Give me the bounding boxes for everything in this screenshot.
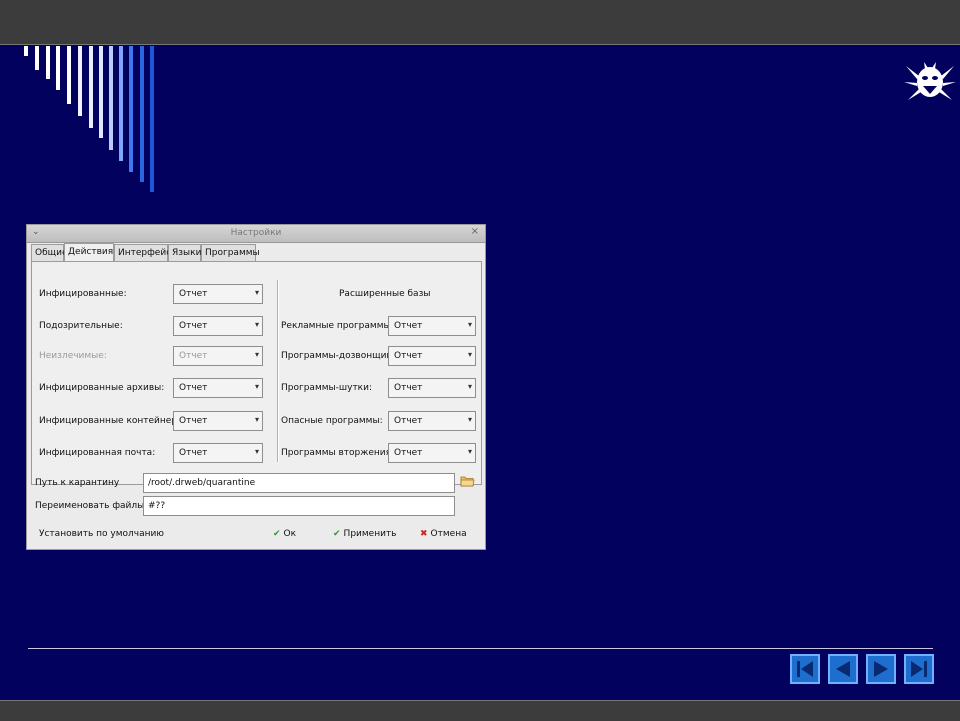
infected-label: Инфицированные: xyxy=(39,289,127,299)
infected-containers-label: Инфицированные контейнеры: xyxy=(39,416,188,426)
chevron-down-icon: ▾ xyxy=(467,320,472,329)
adware-label: Рекламные программы: xyxy=(281,321,394,331)
incurable-label: Неизлечимые: xyxy=(39,351,107,361)
prev-slide-button[interactable] xyxy=(828,654,858,684)
riskware-action-select[interactable]: Отчет ▾ xyxy=(388,411,476,431)
actions-panel: Инфицированные: Отчет ▾ Подозрительные: О… xyxy=(31,261,482,485)
chevron-down-icon: ▾ xyxy=(254,382,259,391)
tab-general[interactable]: Общие xyxy=(31,244,68,261)
rename-files-input[interactable]: #?? xyxy=(143,496,455,516)
chevron-down-icon: ▾ xyxy=(254,350,259,359)
suspicious-label: Подозрительные: xyxy=(39,321,123,331)
settings-dialog: ⌄ Настройки × Общие Действия Интерфейс Я… xyxy=(26,224,486,550)
infected-mail-action-select[interactable]: Отчет ▾ xyxy=(173,443,263,463)
folder-icon[interactable] xyxy=(460,475,475,488)
chevron-down-icon: ▾ xyxy=(467,350,472,359)
chevron-down-icon: ▾ xyxy=(467,447,472,456)
jokes-action-select[interactable]: Отчет ▾ xyxy=(388,378,476,398)
chevron-down-icon: ▾ xyxy=(254,288,259,297)
infected-archives-action-select[interactable]: Отчет ▾ xyxy=(173,378,263,398)
infected-containers-action-select[interactable]: Отчет ▾ xyxy=(173,411,263,431)
dialog-title: Настройки xyxy=(230,228,282,238)
column-divider xyxy=(277,280,279,462)
next-slide-button[interactable] xyxy=(866,654,896,684)
infected-action-select[interactable]: Отчет ▾ xyxy=(173,284,263,304)
last-slide-button[interactable] xyxy=(904,654,934,684)
tab-interface[interactable]: Интерфейс xyxy=(114,244,171,261)
suspicious-action-select[interactable]: Отчет ▾ xyxy=(173,316,263,336)
chevron-down-icon: ▾ xyxy=(254,447,259,456)
dialers-label: Программы-дозвонщики: xyxy=(281,351,401,361)
riskware-label: Опасные программы: xyxy=(281,416,383,426)
incurable-action-select: Отчет ▾ xyxy=(173,346,263,366)
dialog-titlebar: ⌄ Настройки × xyxy=(27,225,485,243)
apply-button[interactable]: ✔ Применить xyxy=(333,529,396,539)
chevron-down-icon: ▾ xyxy=(467,415,472,424)
reset-defaults-button[interactable]: Установить по умолчанию xyxy=(39,529,164,539)
adware-action-select[interactable]: Отчет ▾ xyxy=(388,316,476,336)
first-slide-button[interactable] xyxy=(790,654,820,684)
extended-bases-heading: Расширенные базы xyxy=(339,289,431,299)
cancel-button[interactable]: ✖ Отмена xyxy=(420,529,467,539)
footer-divider xyxy=(28,648,933,649)
cancel-x-icon: ✖ xyxy=(420,529,428,539)
hacktools-label: Программы вторжения: xyxy=(281,448,395,458)
rename-files-label: Переименовать файлы в xyxy=(35,501,153,511)
tab-programs[interactable]: Программы xyxy=(201,244,260,261)
chevron-down-icon: ▾ xyxy=(254,415,259,424)
drweb-logo-icon xyxy=(904,62,956,100)
chevron-down-icon: ▾ xyxy=(467,382,472,391)
checkmark-icon: ✔ xyxy=(333,529,341,539)
last-slide-icon xyxy=(911,661,927,677)
prev-slide-icon xyxy=(836,661,850,677)
hacktools-action-select[interactable]: Отчет ▾ xyxy=(388,443,476,463)
close-icon[interactable]: × xyxy=(471,226,479,237)
top-bar xyxy=(0,0,960,45)
quarantine-path-input[interactable]: /root/.drweb/quarantine xyxy=(143,473,455,493)
chevron-down-icon: ▾ xyxy=(254,320,259,329)
jokes-label: Программы-шутки: xyxy=(281,383,372,393)
infected-archives-label: Инфицированные архивы: xyxy=(39,383,165,393)
ok-button[interactable]: ✔ Ок xyxy=(273,529,296,539)
checkmark-icon: ✔ xyxy=(273,529,281,539)
quarantine-path-label: Путь к карантину xyxy=(35,478,120,488)
tab-languages[interactable]: Языки xyxy=(168,244,201,261)
tab-actions[interactable]: Действия xyxy=(64,243,114,262)
next-slide-icon xyxy=(874,661,888,677)
dialers-action-select[interactable]: Отчет ▾ xyxy=(388,346,476,366)
infected-mail-label: Инфицированная почта: xyxy=(39,448,156,458)
first-slide-icon xyxy=(797,661,813,677)
bottom-bar xyxy=(0,700,960,721)
